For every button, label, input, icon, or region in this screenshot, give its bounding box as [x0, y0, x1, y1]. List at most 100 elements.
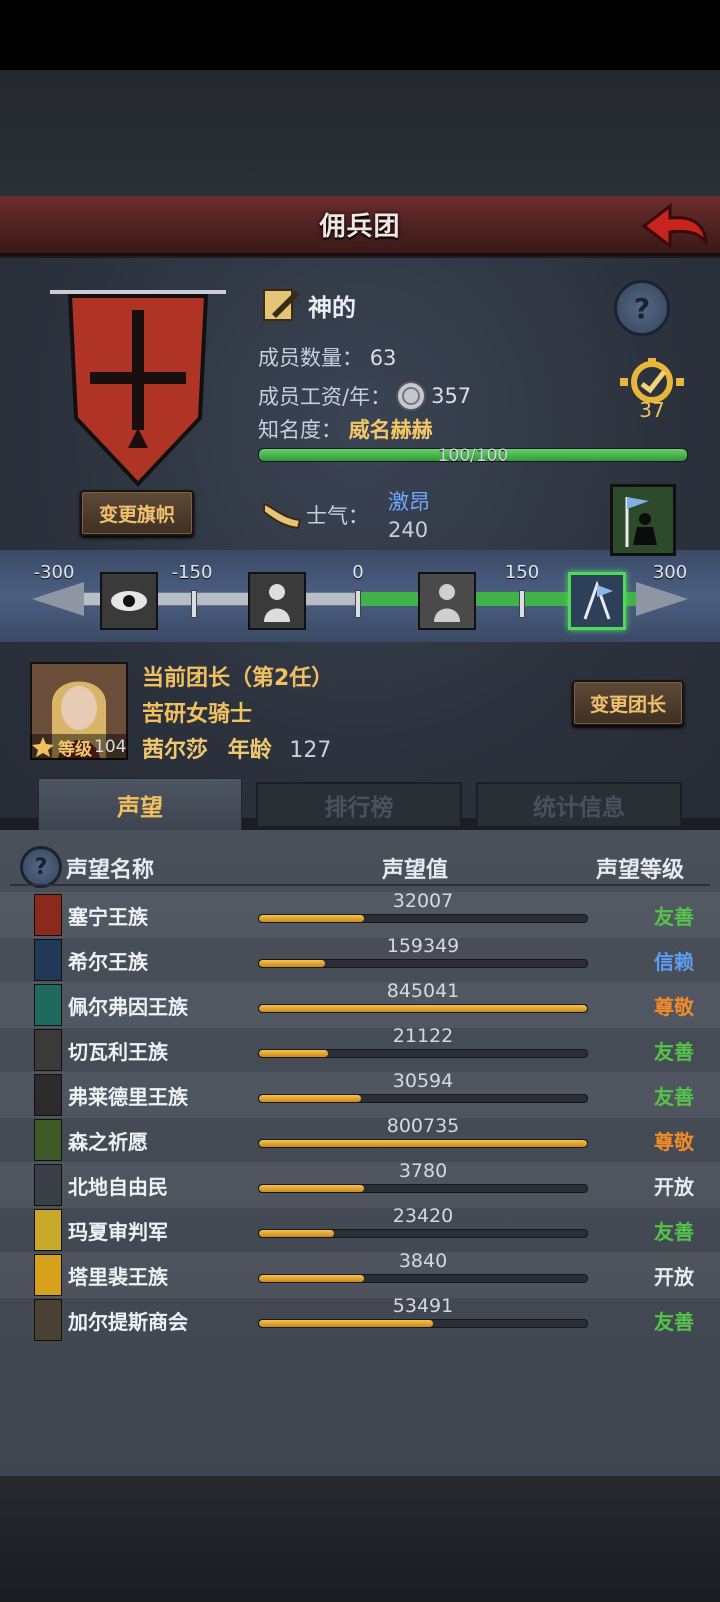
- reputation-level: 信赖: [654, 950, 694, 974]
- mood-elated-icon[interactable]: [568, 572, 626, 630]
- tab-ranking[interactable]: 排行榜: [256, 782, 462, 828]
- reputation-level: 开放: [654, 1175, 694, 1199]
- wage-value: 357: [431, 384, 472, 408]
- change-banner-button[interactable]: 变更旗帜: [80, 490, 194, 536]
- reputation-row[interactable]: 北地自由民 3780 开放: [0, 1160, 720, 1208]
- reputation-value: 159349: [386, 935, 460, 957]
- reputation-value: 53491: [392, 1295, 454, 1317]
- level-value: 104: [94, 737, 127, 757]
- reputation-value: 800735: [386, 1115, 460, 1137]
- header-reputation-name: 声望名称: [66, 858, 155, 883]
- scale-label: 0: [352, 562, 364, 583]
- reputation-progress-bar: [258, 959, 588, 968]
- faction-name: 切瓦利王族: [68, 1040, 168, 1064]
- reputation-row[interactable]: 佩尔弗因王族 845041 尊敬: [0, 980, 720, 1028]
- scale-label: -150: [171, 562, 213, 583]
- page-title: 佣兵团: [319, 212, 401, 242]
- reputation-level: 友善: [654, 1220, 694, 1244]
- reputation-row[interactable]: 塔里裴王族 3840 开放: [0, 1250, 720, 1298]
- members-label: 成员数量：: [258, 346, 363, 370]
- mood-calm-icon[interactable]: [418, 572, 476, 630]
- reputation-row[interactable]: 塞宁王族 32007 友善: [0, 890, 720, 938]
- reputation-progress-fill: [259, 915, 364, 922]
- reputation-progress-bar: [258, 1139, 588, 1148]
- reputation-progress-fill: [259, 1050, 328, 1057]
- level-star-icon: [32, 737, 54, 757]
- faction-crest-icon: [34, 939, 62, 981]
- reputation-value: 30594: [392, 1070, 454, 1092]
- reputation-progress-fill: [259, 1005, 587, 1012]
- reputation-progress-fill: [259, 1275, 364, 1282]
- company-banner-icon: [50, 290, 226, 487]
- reputation-row[interactable]: 加尔提斯商会 53491 友善: [0, 1295, 720, 1343]
- reputation-value: 3780: [398, 1160, 448, 1182]
- faction-name: 森之祈愿: [68, 1130, 148, 1154]
- edit-pen-icon[interactable]: [262, 286, 302, 324]
- morale-flag-icon[interactable]: [610, 484, 676, 556]
- reputation-progress-fill: [259, 960, 325, 967]
- wage-label: 成员工资/年：: [258, 385, 392, 409]
- change-leader-button[interactable]: 变更团长: [572, 680, 684, 726]
- reputation-progress-fill: [259, 1320, 433, 1327]
- reputation-progress-fill: [259, 1140, 587, 1147]
- faction-crest-icon: [34, 1164, 62, 1206]
- members-info: 成员数量： 63: [258, 342, 396, 372]
- reputation-level: 友善: [654, 1310, 694, 1334]
- faction-crest-icon: [34, 894, 62, 936]
- faction-name: 弗莱德里王族: [68, 1085, 188, 1109]
- tab-statistics[interactable]: 统计信息: [476, 782, 682, 828]
- silver-coin-icon: [396, 381, 427, 411]
- reputation-row[interactable]: 森之祈愿 800735 尊敬: [0, 1115, 720, 1163]
- level-label: 等级: [58, 739, 92, 760]
- fame-value: 威名赫赫: [348, 418, 433, 442]
- reputation-progress-bar: [258, 1004, 588, 1013]
- leader-level: 等级 104: [30, 734, 128, 760]
- reputation-row[interactable]: 弗莱德里王族 30594 友善: [0, 1070, 720, 1118]
- reputation-progress-bar: [258, 1319, 588, 1328]
- scale-label: 150: [504, 562, 540, 583]
- mood-fear-icon[interactable]: [248, 572, 306, 630]
- horn-icon: [263, 502, 302, 530]
- faction-name: 希尔王族: [68, 950, 148, 974]
- reputation-level: 尊敬: [654, 995, 694, 1019]
- reputation-level: 友善: [654, 1085, 694, 1109]
- reputation-progress-bar: [258, 1184, 588, 1193]
- leader-title: 当前团长（第2任）: [142, 666, 334, 691]
- mood-despair-icon[interactable]: [100, 572, 158, 630]
- help-icon[interactable]: ?: [614, 280, 670, 336]
- bottom-backdrop: [0, 1476, 720, 1602]
- reputation-progress-bar: [258, 1049, 588, 1058]
- reputation-progress-fill: [259, 1230, 335, 1237]
- reputation-level: 友善: [654, 1040, 694, 1064]
- morale-state: 激昂: [388, 490, 430, 514]
- mercenary-badge[interactable]: 37: [620, 358, 684, 422]
- faction-name: 塞宁王族: [68, 905, 148, 929]
- reputation-row[interactable]: 玛夏审判军 23420 友善: [0, 1205, 720, 1253]
- reputation-row[interactable]: 切瓦利王族 21122 友善: [0, 1025, 720, 1073]
- reputation-level: 开放: [654, 1265, 694, 1289]
- reputation-progress-bar: [258, 914, 588, 923]
- scale-tick: [355, 590, 361, 618]
- faction-name: 塔里裴王族: [68, 1265, 168, 1289]
- scale-label: 300: [652, 562, 688, 583]
- faction-crest-icon: [34, 1254, 62, 1296]
- age-label: 年龄: [227, 738, 272, 763]
- back-arrow-icon[interactable]: [640, 202, 710, 250]
- scale-right-arrow-icon: [636, 582, 688, 616]
- reputation-help-icon[interactable]: ?: [20, 846, 62, 888]
- faction-crest-icon: [34, 1299, 62, 1341]
- morale-value: 240: [388, 518, 429, 542]
- reputation-row[interactable]: 希尔王族 159349 信赖: [0, 935, 720, 983]
- faction-crest-icon: [34, 984, 62, 1026]
- reputation-progress-bar: [258, 1094, 588, 1103]
- reputation-value: 32007: [392, 890, 454, 912]
- members-value: 63: [369, 346, 397, 370]
- leader-name: 茜尔莎: [142, 738, 209, 763]
- title-bar: 佣兵团: [0, 196, 720, 256]
- tab-reputation[interactable]: 声望: [38, 778, 242, 830]
- faction-name: 加尔提斯商会: [68, 1310, 188, 1334]
- header-reputation-value: 声望值: [382, 858, 449, 883]
- company-name-row: 神的: [262, 286, 356, 324]
- reputation-progress-bar: [258, 1229, 588, 1238]
- reputation-value: 845041: [386, 980, 460, 1002]
